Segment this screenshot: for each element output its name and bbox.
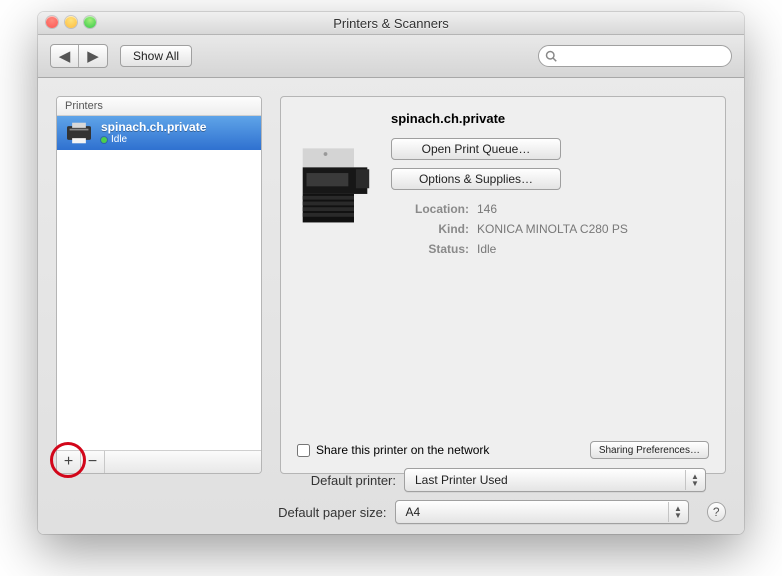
minimize-icon[interactable] [65, 16, 77, 28]
default-paper-select[interactable]: A4 ▲▼ [395, 500, 690, 524]
printer-icon [65, 121, 93, 145]
search-icon [545, 50, 557, 62]
chevron-updown-icon: ▲▼ [668, 502, 687, 522]
show-all-button[interactable]: Show All [120, 45, 192, 67]
search-field[interactable] [538, 45, 732, 67]
printer-details: spinach.ch.private Open Print Queue… Opt… [280, 96, 726, 474]
options-supplies-button[interactable]: Options & Supplies… [391, 168, 561, 190]
window: Printers & Scanners ◀ ▶ Show All Printer… [38, 12, 744, 534]
printer-large-icon [297, 111, 373, 256]
chevron-updown-icon: ▲▼ [685, 470, 704, 490]
search-input[interactable] [561, 48, 725, 64]
titlebar: Printers & Scanners [38, 12, 744, 35]
share-label: Share this printer on the network [316, 443, 489, 457]
default-printer-select[interactable]: Last Printer Used ▲▼ [404, 468, 706, 492]
back-button[interactable]: ◀ [51, 45, 79, 67]
printer-list: Printers spinach.ch.private [56, 96, 262, 474]
list-item[interactable]: spinach.ch.private Idle [57, 116, 261, 150]
sharing-preferences-button[interactable]: Sharing Preferences… [590, 441, 709, 459]
kind-label: Kind: [391, 222, 469, 236]
window-title: Printers & Scanners [38, 16, 744, 31]
location-label: Location: [391, 202, 469, 216]
printer-name: spinach.ch.private [391, 111, 709, 126]
status-dot-icon [101, 137, 107, 143]
default-paper-value: A4 [406, 505, 421, 519]
default-paper-label: Default paper size: [56, 505, 395, 520]
list-item-status: Idle [111, 134, 127, 146]
toolbar: ◀ ▶ Show All [38, 35, 744, 78]
default-printer-label: Default printer: [56, 473, 404, 488]
location-value: 146 [477, 202, 709, 216]
share-checkbox[interactable] [297, 444, 310, 457]
help-button[interactable]: ? [707, 502, 727, 522]
close-icon[interactable] [46, 16, 58, 28]
forward-button[interactable]: ▶ [79, 45, 107, 67]
open-print-queue-button[interactable]: Open Print Queue… [391, 138, 561, 160]
list-header: Printers [57, 97, 261, 116]
status-label: Status: [391, 242, 469, 256]
list-item-name: spinach.ch.private [101, 120, 206, 134]
default-printer-value: Last Printer Used [415, 473, 508, 487]
status-value: Idle [477, 242, 709, 256]
kind-value: KONICA MINOLTA C280 PS [477, 222, 709, 236]
nav-segment: ◀ ▶ [50, 44, 108, 68]
zoom-icon[interactable] [84, 16, 96, 28]
